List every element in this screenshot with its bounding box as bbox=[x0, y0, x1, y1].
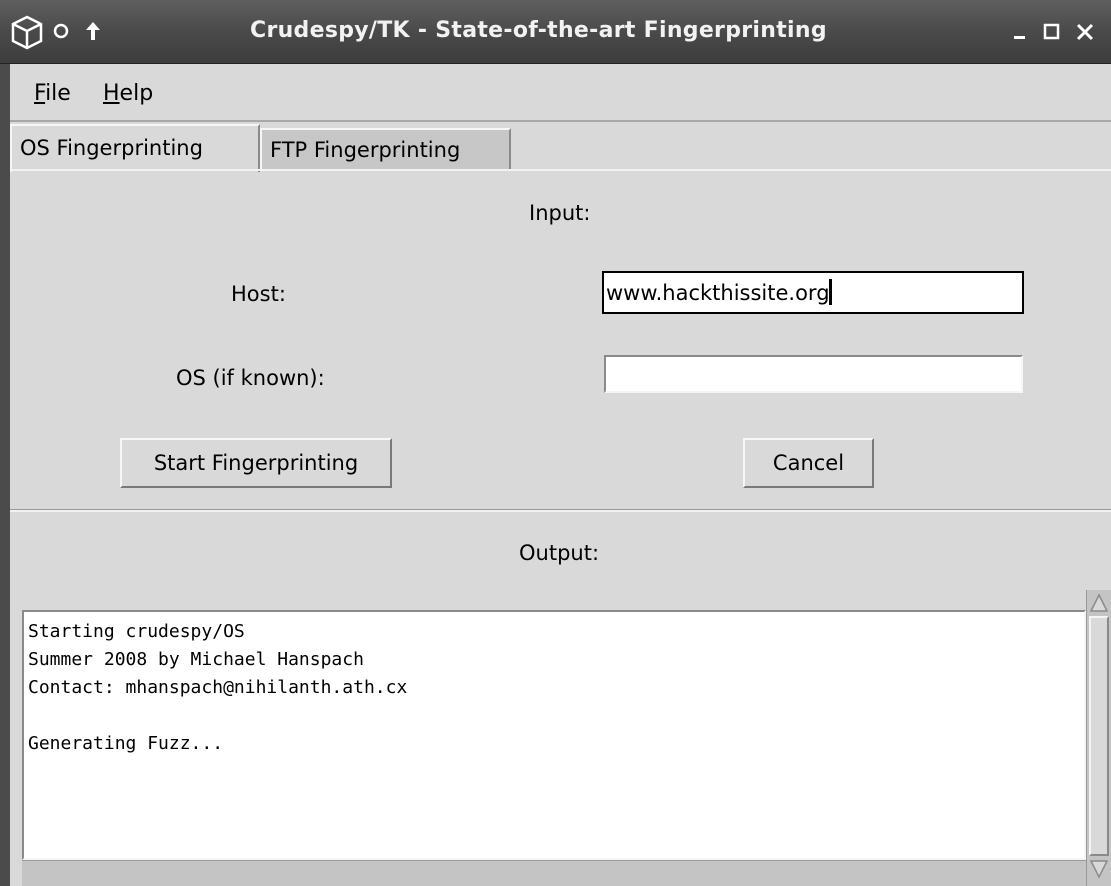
window-title: Crudespy/TK - State-of-the-art Fingerpri… bbox=[250, 18, 827, 43]
tab-ftp-fingerprinting[interactable]: FTP Fingerprinting bbox=[260, 128, 511, 170]
vertical-scrollbar[interactable] bbox=[1086, 590, 1111, 886]
section-divider bbox=[10, 509, 1111, 512]
input-heading: Input: bbox=[529, 201, 591, 225]
output-heading: Output: bbox=[519, 541, 600, 565]
host-input[interactable]: www.hackthissite.org bbox=[602, 271, 1024, 314]
tab-os-fingerprinting[interactable]: OS Fingerprinting bbox=[10, 124, 260, 172]
menu-file-label: ile bbox=[45, 81, 71, 106]
menu-help[interactable]: Help bbox=[103, 81, 153, 106]
text-cursor bbox=[828, 279, 832, 305]
os-label: OS (if known): bbox=[176, 366, 325, 390]
minimize-icon[interactable] bbox=[1011, 22, 1029, 42]
maximize-icon[interactable] bbox=[1042, 22, 1062, 42]
scrollbar-thumb[interactable] bbox=[1089, 616, 1109, 856]
cancel-button[interactable]: Cancel bbox=[743, 438, 874, 488]
cancel-label: Cancel bbox=[772, 451, 845, 475]
host-label: Host: bbox=[231, 282, 286, 306]
menu-help-mnemonic: H bbox=[103, 81, 120, 106]
title-bar[interactable]: Crudespy/TK - State-of-the-art Fingerpri… bbox=[0, 0, 1111, 64]
os-input[interactable] bbox=[604, 355, 1023, 393]
tab-ftp-fingerprinting-label: FTP Fingerprinting bbox=[270, 138, 461, 162]
menu-bar: File Help bbox=[10, 64, 1111, 122]
host-input-value: www.hackthissite.org bbox=[606, 281, 830, 305]
output-textarea[interactable]: Starting crudespy/OS Summer 2008 by Mich… bbox=[22, 610, 1086, 860]
tab-os-fingerprinting-label: OS Fingerprinting bbox=[20, 136, 203, 160]
close-icon[interactable] bbox=[1075, 22, 1095, 42]
start-fingerprinting-button[interactable]: Start Fingerprinting bbox=[120, 438, 392, 488]
scroll-up-arrow-icon[interactable] bbox=[1089, 592, 1109, 614]
circle-icon[interactable] bbox=[52, 22, 70, 40]
cube-icon[interactable] bbox=[10, 14, 44, 50]
notebook-tabs: OS Fingerprinting FTP Fingerprinting bbox=[10, 124, 1111, 172]
input-panel: Input: Host: www.hackthissite.org OS (if… bbox=[10, 169, 1111, 509]
scroll-down-arrow-icon[interactable] bbox=[1089, 858, 1109, 880]
menu-file-mnemonic: F bbox=[34, 81, 46, 106]
start-fingerprinting-label: Start Fingerprinting bbox=[153, 451, 359, 475]
menu-file[interactable]: File bbox=[34, 81, 71, 106]
arrow-up-icon[interactable] bbox=[84, 20, 102, 42]
menu-help-label: elp bbox=[119, 81, 154, 106]
horizontal-scroll-area bbox=[22, 860, 1086, 886]
